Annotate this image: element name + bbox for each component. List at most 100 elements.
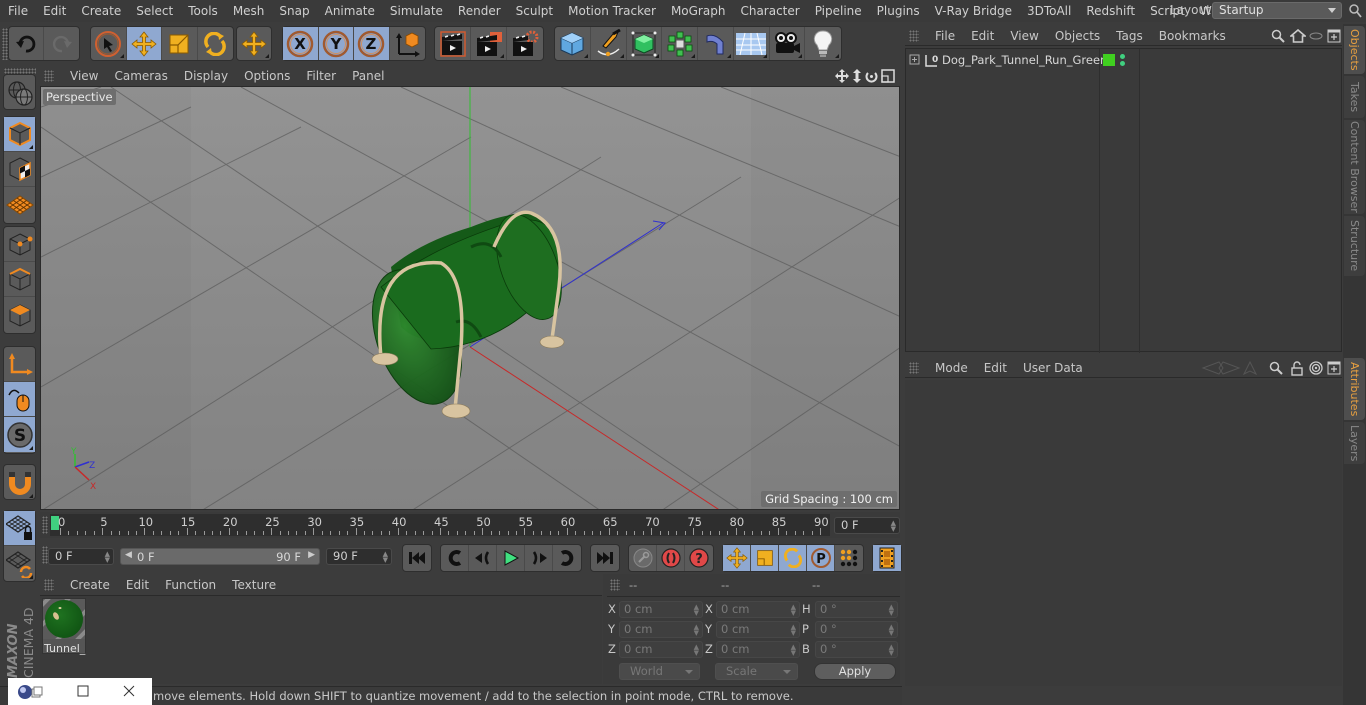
timeline-ruler[interactable]: 0 5 10 15 20 25 30 35 40 45 50 55 60 65 70 75 80 85 90 (50, 514, 830, 536)
key-scale-button[interactable] (751, 545, 779, 571)
menu-vray-bridge[interactable]: V-Ray Bridge (927, 4, 1019, 18)
goto-start-button[interactable] (403, 545, 431, 571)
menu-snap[interactable]: Snap (271, 4, 316, 18)
x-axis-lock-button[interactable]: X (283, 27, 319, 60)
planar-workplane-button[interactable] (4, 546, 35, 581)
material-item[interactable]: Tunnel_ (42, 598, 86, 655)
maximize-icon[interactable] (77, 685, 89, 697)
render-view-button[interactable] (435, 27, 471, 60)
polygons-mode-button[interactable] (4, 297, 35, 332)
open-timeline-button[interactable] (873, 545, 901, 571)
material-menu-edit[interactable]: Edit (118, 578, 157, 592)
menu-render[interactable]: Render (450, 4, 508, 18)
key-parameter-button[interactable]: P (807, 545, 835, 571)
menu-mesh[interactable]: Mesh (225, 4, 272, 18)
menu-plugins[interactable]: Plugins (869, 4, 927, 18)
add-camera-button[interactable] (770, 27, 806, 60)
menu-3dtoall[interactable]: 3DToAll (1019, 4, 1078, 18)
layout-select[interactable]: Startup (1212, 2, 1342, 19)
render-to-picture-viewer-button[interactable] (471, 27, 507, 60)
apply-button[interactable]: Apply (814, 663, 896, 680)
range-right-arrow-icon[interactable]: ▶ (308, 550, 315, 560)
add-deformer-button[interactable] (698, 27, 734, 60)
search-icon[interactable] (1271, 29, 1285, 43)
scale-tool-button[interactable] (162, 27, 198, 60)
zoom-view-icon[interactable] (853, 69, 861, 83)
make-editable-button[interactable] (4, 75, 35, 110)
size-x-field[interactable]: 0 cm ▲ ▼ (716, 601, 800, 618)
object-menu-edit[interactable]: Edit (963, 29, 1002, 43)
new-panel-icon[interactable] (1327, 29, 1341, 43)
pos-y-field[interactable]: 0 cm ▲ ▼ (619, 621, 703, 638)
render-settings-button[interactable] (507, 27, 543, 60)
camera-label[interactable]: Perspective (43, 89, 116, 105)
menu-tools[interactable]: Tools (180, 4, 225, 18)
back-forward-arrows-icon[interactable] (1201, 361, 1241, 375)
object-row[interactable]: 0 Dog_Park_Tunnel_Run_Green (906, 51, 1343, 69)
key-position-button[interactable] (723, 545, 751, 571)
points-mode-button[interactable] (4, 227, 35, 262)
search-icon[interactable] (1348, 3, 1362, 19)
menu-select[interactable]: Select (128, 4, 180, 18)
material-menu-texture[interactable]: Texture (224, 578, 284, 592)
rot-h-field[interactable]: 0 ° ▲ ▼ (815, 601, 898, 618)
key-pla-button[interactable] (835, 545, 863, 571)
start-frame-field[interactable]: 0 F ▲ ▼ (48, 548, 114, 565)
snap-button[interactable] (4, 465, 35, 500)
solo-button[interactable]: S (4, 417, 35, 452)
goto-end-button[interactable] (591, 545, 619, 571)
coordinate-space-dropdown[interactable]: World (619, 663, 700, 680)
key-rotation-button[interactable] (779, 545, 807, 571)
add-light-button[interactable] (805, 27, 841, 60)
add-cube-button[interactable] (555, 27, 591, 60)
pos-x-field[interactable]: 0 cm ▲ ▼ (619, 601, 703, 618)
object-name[interactable]: Dog_Park_Tunnel_Run_Green (942, 53, 1107, 67)
tab-layers[interactable]: Layers (1344, 422, 1365, 464)
size-z-field[interactable]: 0 cm ▲ ▼ (716, 641, 800, 658)
cinema4d-app-icon[interactable] (16, 683, 44, 701)
new-panel-icon[interactable] (1327, 361, 1341, 375)
pos-z-field[interactable]: 0 cm ▲ ▼ (619, 641, 703, 658)
autokey-button[interactable] (657, 545, 685, 571)
attribute-grip[interactable] (909, 361, 919, 374)
range-left-arrow-icon[interactable]: ◀ (125, 550, 132, 560)
object-menu-bookmarks[interactable]: Bookmarks (1151, 29, 1234, 43)
tab-structure[interactable]: Structure (1344, 216, 1365, 276)
attribute-menu-user-data[interactable]: User Data (1015, 361, 1091, 375)
tab-attributes[interactable]: Attributes (1344, 358, 1365, 420)
coordinate-system-button[interactable] (390, 27, 425, 60)
lock-workplane-button[interactable] (4, 511, 35, 546)
viewport-menu-view[interactable]: View (62, 69, 106, 83)
rot-p-field[interactable]: 0 ° ▲ ▼ (815, 621, 898, 638)
close-icon[interactable] (123, 685, 135, 697)
viewport-menu-display[interactable]: Display (176, 69, 236, 83)
maximize-view-icon[interactable] (881, 69, 895, 83)
home-icon[interactable] (1290, 29, 1306, 43)
next-key-button[interactable] (553, 545, 581, 571)
enable-axis-button[interactable] (4, 347, 35, 382)
live-selection-button[interactable] (91, 27, 127, 60)
y-axis-lock-button[interactable]: Y (318, 27, 354, 60)
prev-frame-button[interactable] (469, 545, 497, 571)
lock-icon[interactable] (1290, 361, 1304, 376)
viewport-grip[interactable] (44, 70, 54, 82)
3d-viewport[interactable]: Y Z X Perspective Grid Spacing : 100 cm (40, 86, 900, 510)
target-icon[interactable] (1309, 361, 1323, 375)
next-frame-button[interactable] (525, 545, 553, 571)
material-menu-function[interactable]: Function (157, 578, 224, 592)
menu-simulate[interactable]: Simulate (382, 4, 450, 18)
tweak-mode-button[interactable] (4, 382, 35, 417)
play-button[interactable] (497, 545, 525, 571)
viewport-menu-filter[interactable]: Filter (298, 69, 344, 83)
orbit-icon[interactable] (865, 72, 878, 83)
record-keys-button[interactable] (629, 545, 657, 571)
expand-plus-icon[interactable] (909, 54, 921, 66)
material-grip[interactable] (44, 578, 54, 591)
menu-create[interactable]: Create (73, 4, 128, 18)
menu-sculpt[interactable]: Sculpt (508, 4, 560, 18)
add-floor-button[interactable] (734, 27, 770, 60)
z-axis-lock-button[interactable]: Z (354, 27, 390, 60)
render-visibility-dot[interactable] (1120, 61, 1125, 66)
prev-key-button[interactable] (441, 545, 469, 571)
menu-character[interactable]: Character (732, 4, 806, 18)
